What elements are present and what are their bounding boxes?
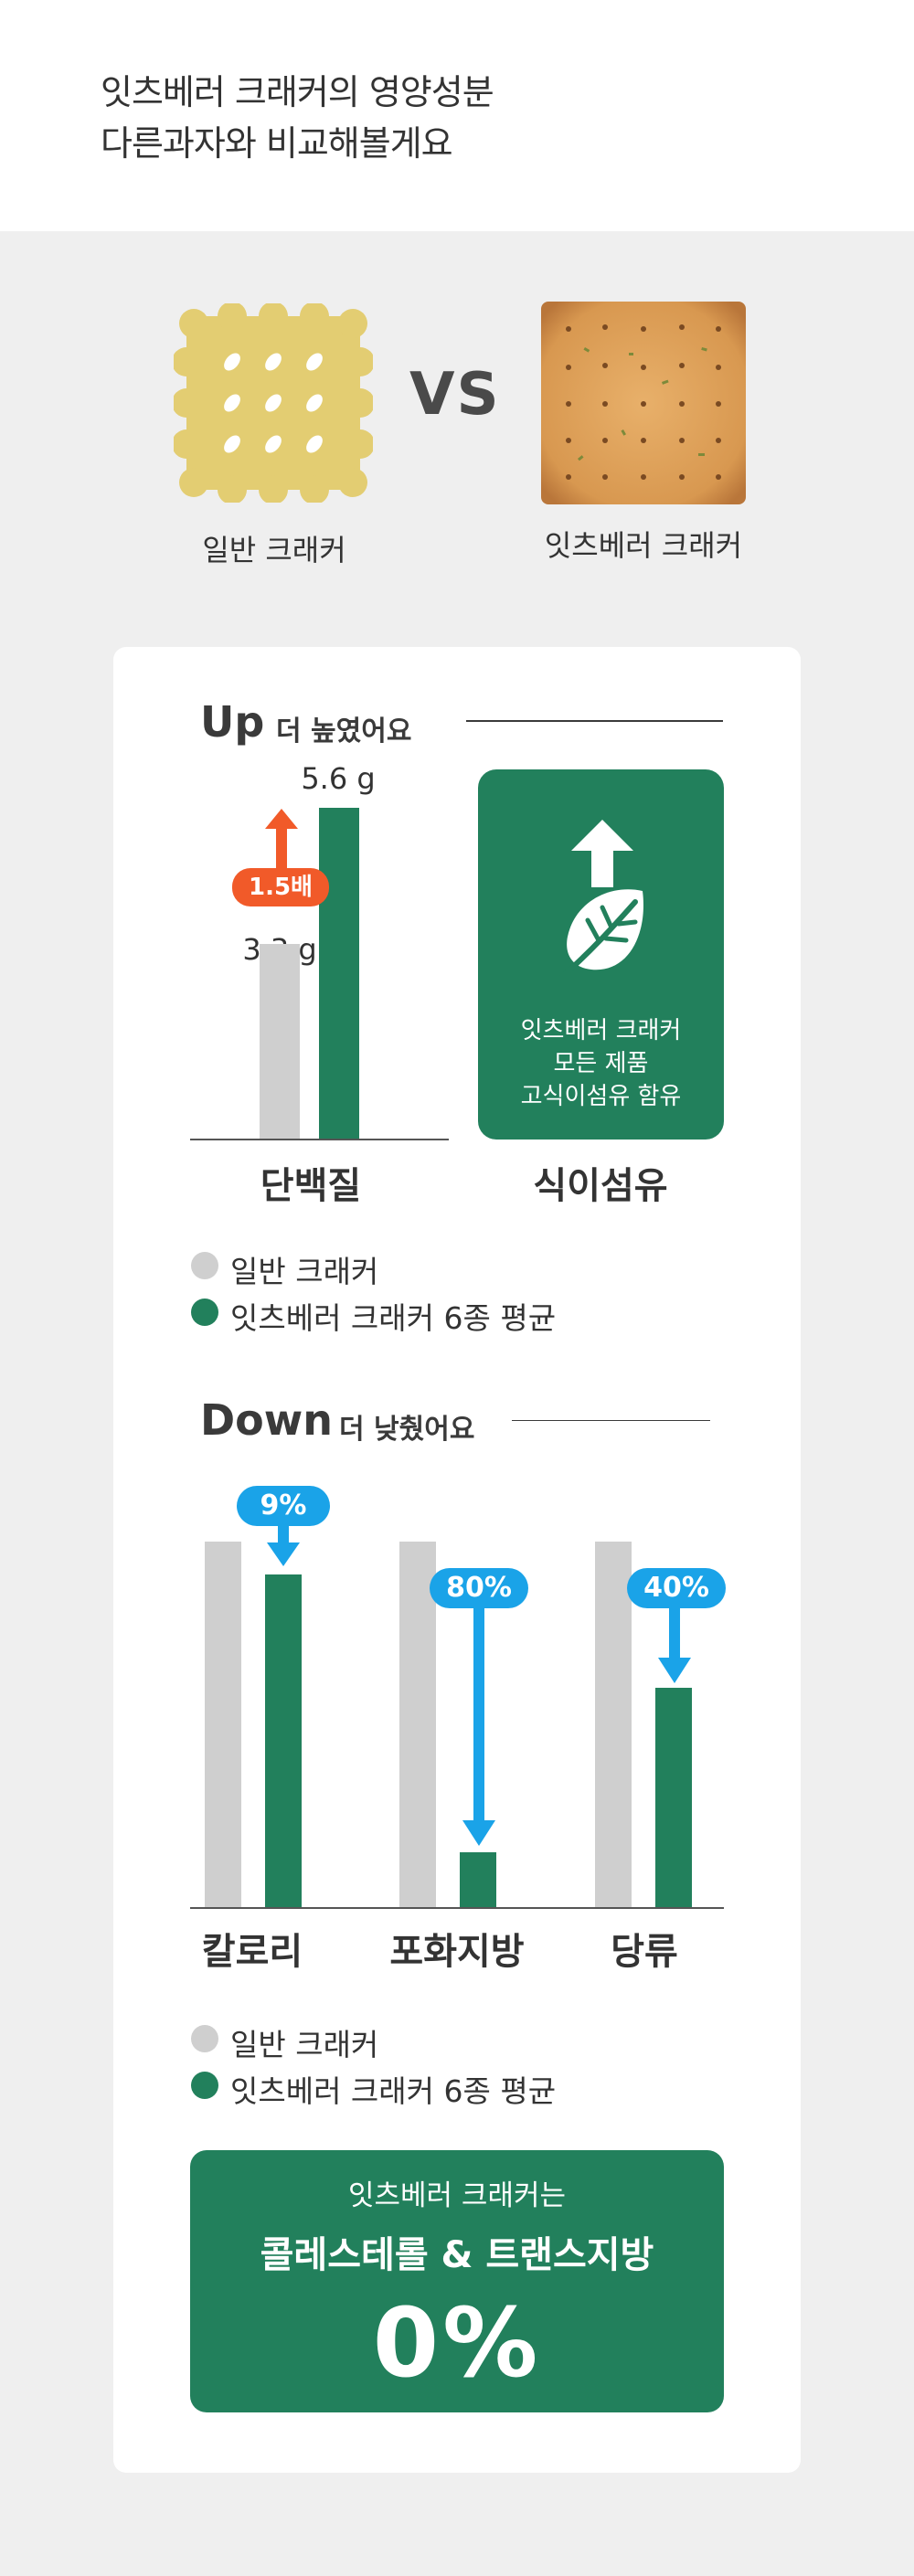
- down-bar-itsbetter-0: [265, 1574, 302, 1907]
- fiber-text-line1: 잇츠베러 크래커: [520, 1017, 682, 1044]
- up-title: Up: [200, 697, 265, 747]
- itsbetter-cracker-image: [541, 302, 746, 504]
- down-baseline: [190, 1907, 724, 1909]
- multiplier-badge: 1.5배: [232, 868, 329, 906]
- down-arrow-icon-fat: [462, 1599, 495, 1846]
- vs-label: VS: [409, 361, 501, 429]
- header-title-line2: 다른과자와 비교해볼게요: [101, 123, 453, 164]
- sugar-category: 당류: [611, 1931, 678, 1973]
- protein-itsbetter-bar: [319, 808, 359, 1139]
- fiber-category: 식이섬유: [533, 1165, 668, 1207]
- down-legend-regular: 일반 크래커: [230, 2027, 379, 2062]
- down-legend-itsbetter: 잇츠베러 크래커 6종 평균: [230, 2073, 557, 2109]
- down-arrow-icon-sugar: [658, 1599, 691, 1683]
- protein-itsbetter-value: 5.6 g: [301, 761, 376, 796]
- sat-fat-category: 포화지방: [389, 1931, 525, 1973]
- protein-baseline: [190, 1139, 449, 1140]
- protein-category: 단백질: [260, 1165, 362, 1207]
- down-bar-regular-0: [205, 1542, 241, 1907]
- legend-regular-swatch: [191, 1252, 218, 1279]
- down-bar-itsbetter-2: [655, 1688, 692, 1907]
- up-title-rule: [466, 720, 723, 722]
- sat-fat-badge: 80%: [430, 1568, 528, 1608]
- up-legend-regular: 일반 크래커: [230, 1254, 379, 1289]
- calorie-badge: 9%: [237, 1486, 330, 1526]
- down-subtitle: 더 낮췄어요: [339, 1414, 475, 1446]
- leaf-up-icon: [559, 820, 643, 980]
- final-line2: 콜레스테롤 & 트랜스지방: [260, 2234, 654, 2276]
- fiber-text-line3: 고식이섬유 함유: [520, 1083, 682, 1110]
- final-line1: 잇츠베러 크래커는: [347, 2179, 566, 2212]
- up-subtitle: 더 높였어요: [276, 716, 412, 747]
- fiber-box: 잇츠베러 크래커 모든 제품 고식이섬유 함유: [478, 769, 724, 1140]
- final-zero-percent: 0%: [372, 2287, 542, 2399]
- down-bar-regular-2: [595, 1542, 632, 1907]
- down-title: Down: [200, 1395, 334, 1445]
- legend-regular-swatch-2: [191, 2025, 218, 2052]
- itsbetter-cracker-label: 잇츠베러 크래커: [544, 528, 743, 563]
- header-title-line1: 잇츠베러 크래커의 영양성분: [101, 72, 494, 112]
- zero-cholesterol-box: 잇츠베러 크래커는 콜레스테롤 & 트랜스지방 0%: [190, 2150, 724, 2412]
- header: 잇츠베러 크래커의 영양성분 다른과자와 비교해볼게요: [0, 0, 914, 231]
- legend-itsbetter-swatch: [191, 1299, 218, 1326]
- sugar-badge: 40%: [627, 1568, 726, 1608]
- fiber-text-line2: 모든 제품: [553, 1050, 649, 1077]
- regular-cracker-label: 일반 크래커: [202, 533, 346, 567]
- legend-itsbetter-swatch-2: [191, 2072, 218, 2099]
- regular-cracker-image: [174, 303, 373, 503]
- down-title-rule: [512, 1420, 710, 1421]
- protein-regular-bar: [260, 943, 300, 1139]
- up-legend-itsbetter: 잇츠베러 크래커 6종 평균: [230, 1300, 557, 1336]
- calorie-category: 칼로리: [201, 1931, 303, 1973]
- down-bar-itsbetter-1: [460, 1852, 496, 1907]
